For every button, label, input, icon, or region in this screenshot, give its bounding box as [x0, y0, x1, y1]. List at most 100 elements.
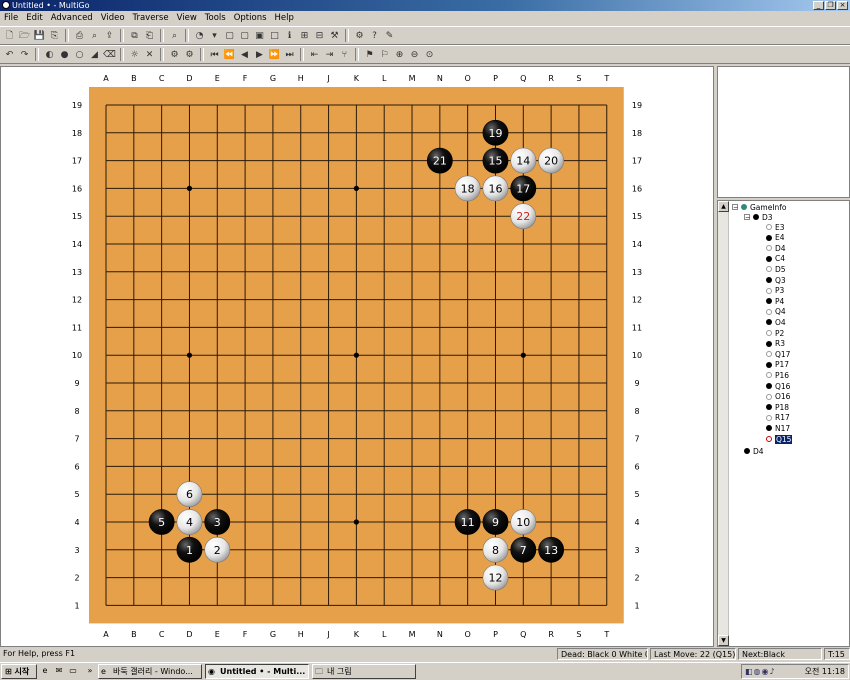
tree-move-item[interactable]: P3	[766, 286, 784, 296]
tree-move-item[interactable]: Q3	[766, 275, 786, 285]
eraser-icon[interactable]: ⌫	[103, 48, 116, 61]
analysis-icon[interactable]: ⚑	[363, 48, 376, 61]
menu-file[interactable]: File	[0, 13, 22, 23]
undo-icon[interactable]: ↶	[3, 48, 16, 61]
tree-move-item[interactable]: O4	[766, 317, 786, 327]
panel-icon[interactable]: ▣	[253, 29, 266, 42]
go-board[interactable]: AABBCCDDEEFFGGHHJJKKLLMMNNOOPPQQRRSSTT19…	[1, 67, 713, 646]
triangle-mark-icon[interactable]: ◢	[88, 48, 101, 61]
tree-root[interactable]: − GameInfo	[732, 202, 787, 212]
tree-move-item[interactable]: Q4	[766, 307, 786, 317]
settings-icon[interactable]: ⚙	[353, 29, 366, 42]
tree-move-item[interactable]: C4	[766, 254, 785, 264]
clock-icon[interactable]: ◔	[193, 29, 206, 42]
tree-move-item[interactable]: P16	[766, 370, 789, 380]
taskbar-item-multigo[interactable]: ◉ Untitled • - Multi...	[205, 664, 309, 679]
print-icon[interactable]: ⎙	[73, 29, 86, 42]
export-icon[interactable]: ⇪	[103, 29, 116, 42]
go-first-icon[interactable]: ⏮	[208, 48, 221, 61]
comment-pane[interactable]	[717, 66, 850, 198]
menu-options[interactable]: Options	[230, 13, 271, 23]
save-icon[interactable]: 💾	[33, 29, 46, 42]
info-icon[interactable]: ℹ	[283, 29, 296, 42]
dropdown-arrow-icon[interactable]: ▾	[208, 29, 221, 42]
branch-icon[interactable]: ⑂	[338, 48, 351, 61]
zoom-in-icon[interactable]: ⊕	[393, 48, 406, 61]
remove-icon[interactable]: ✕	[143, 48, 156, 61]
collapse-icon[interactable]: −	[732, 204, 738, 211]
menu-help[interactable]: Help	[271, 13, 298, 23]
tree-move-item[interactable]: R3	[766, 339, 785, 349]
fast-forward-icon[interactable]: ⏩	[268, 48, 281, 61]
more-quicklaunch-icon[interactable]: »	[85, 666, 95, 676]
scroll-down-arrow[interactable]: ▼	[718, 635, 729, 646]
white-stone-icon[interactable]: ○	[73, 48, 86, 61]
menu-traverse[interactable]: Traverse	[129, 13, 173, 23]
tools-icon[interactable]: ⚒	[328, 29, 341, 42]
zoom-fit-icon[interactable]: ⊙	[423, 48, 436, 61]
fast-back-icon[interactable]: ⏪	[223, 48, 236, 61]
hint-icon[interactable]: ☼	[128, 48, 141, 61]
zoom-out-icon[interactable]: ⊖	[408, 48, 421, 61]
game-tree-pane[interactable]: ▲ ▼ − GameInfo − D3 E3 E4 D4 C4 D5 Q3 P3 P4 Q4 O4…	[717, 200, 850, 647]
print-preview-icon[interactable]: ⌕	[88, 29, 101, 42]
search-icon[interactable]: ⌕	[168, 29, 181, 42]
layout-icon[interactable]: ⊟	[313, 29, 326, 42]
tree-move-item[interactable]: Q15	[766, 434, 793, 444]
tree-move-item[interactable]: E4	[766, 233, 785, 243]
menu-tools[interactable]: Tools	[201, 13, 230, 23]
next-variation-icon[interactable]: ⇥	[323, 48, 336, 61]
blank-panel-icon[interactable]: □	[268, 29, 281, 42]
close-button[interactable]: ×	[837, 1, 848, 10]
menu-view[interactable]: View	[173, 13, 201, 23]
outlook-icon[interactable]: ✉	[54, 666, 64, 676]
window-icon[interactable]: ▢	[223, 29, 236, 42]
paste-icon[interactable]: ⎗	[143, 29, 156, 42]
gear-alt-icon[interactable]: ⚙	[183, 48, 196, 61]
gear-icon[interactable]: ⚙	[168, 48, 181, 61]
new-file-icon[interactable]: 🗋	[3, 29, 16, 42]
open-folder-icon[interactable]: 🗁	[18, 29, 31, 42]
window-alt-icon[interactable]: ▢	[238, 29, 251, 42]
pen-icon[interactable]: ✎	[383, 29, 396, 42]
tree-move-item[interactable]: Q16	[766, 381, 790, 391]
step-back-icon[interactable]: ◀	[238, 48, 251, 61]
tree-move-item[interactable]: P18	[766, 402, 789, 412]
tree-variation[interactable]: D4	[744, 446, 764, 456]
tree-branch[interactable]: − D3	[744, 212, 773, 222]
desktop-icon[interactable]: ▭	[68, 666, 78, 676]
tree-move-item[interactable]: P2	[766, 328, 784, 338]
app-icon[interactable]	[2, 1, 10, 9]
redo-icon[interactable]: ↷	[18, 48, 31, 61]
scroll-up-arrow[interactable]: ▲	[718, 201, 729, 212]
tree-move-item[interactable]: E3	[766, 222, 785, 232]
menu-advanced[interactable]: Advanced	[47, 13, 97, 23]
menu-video[interactable]: Video	[97, 13, 129, 23]
tree-move-item[interactable]: D5	[766, 264, 786, 274]
grid-icon[interactable]: ⊞	[298, 29, 311, 42]
tray-icons[interactable]: ◧◍◉♪	[745, 665, 776, 678]
tree-move-item[interactable]: N17	[766, 423, 790, 433]
alternate-stone-icon[interactable]: ◐	[43, 48, 56, 61]
tree-scrollbar[interactable]: ▲ ▼	[718, 201, 729, 646]
tree-move-item[interactable]: P4	[766, 296, 784, 306]
minimize-button[interactable]: _	[813, 1, 824, 10]
restore-button[interactable]: ❐	[825, 1, 836, 10]
tree-move-item[interactable]: P17	[766, 360, 789, 370]
start-button[interactable]: ⊞ 시작	[1, 664, 37, 679]
menu-edit[interactable]: Edit	[22, 13, 46, 23]
score-icon[interactable]: ⚐	[378, 48, 391, 61]
collapse-icon[interactable]: −	[744, 214, 750, 221]
taskbar-item-pictures[interactable]: 🗀 내 그림	[312, 664, 416, 679]
taskbar-item-gallery[interactable]: e 바둑 갤러리 - Windo...	[98, 664, 202, 679]
help-icon[interactable]: ?	[368, 29, 381, 42]
tree-move-item[interactable]: Q17	[766, 349, 790, 359]
go-last-icon[interactable]: ⏭	[283, 48, 296, 61]
copy-icon[interactable]: ⧉	[128, 29, 141, 42]
tree-move-item[interactable]: D4	[766, 243, 786, 253]
tree-move-item[interactable]: R17	[766, 413, 790, 423]
step-forward-icon[interactable]: ▶	[253, 48, 266, 61]
tree-move-item[interactable]: O16	[766, 392, 790, 402]
prev-variation-icon[interactable]: ⇤	[308, 48, 321, 61]
save-as-icon[interactable]: ⎘	[48, 29, 61, 42]
